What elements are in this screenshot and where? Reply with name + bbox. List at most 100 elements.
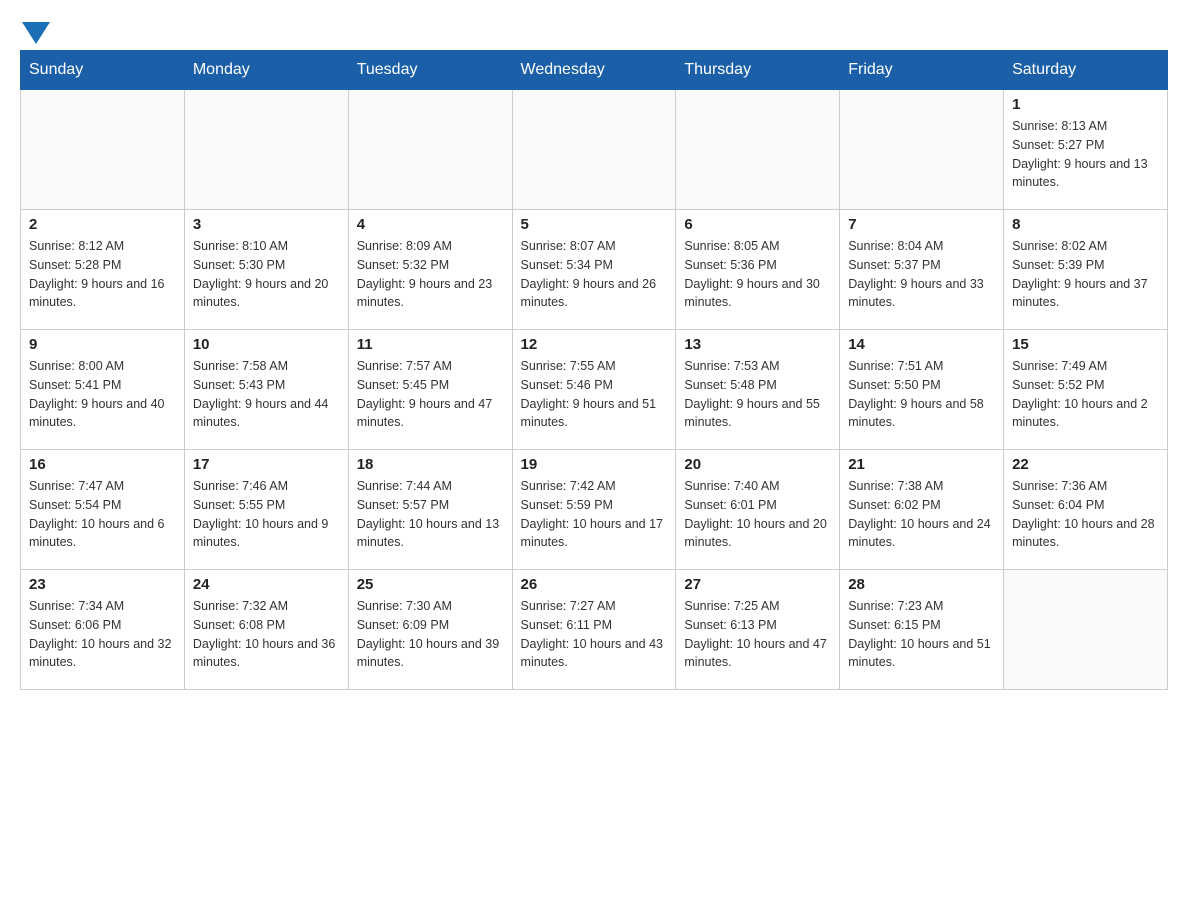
table-row: 17Sunrise: 7:46 AMSunset: 5:55 PMDayligh… (184, 450, 348, 570)
logo (20, 20, 50, 40)
table-row: 14 Sunrise: 7:51 AMSunset: 5:50 PMDayligh… (840, 330, 1004, 450)
table-row: 27 Sunrise: 7:25 AMSunset: 6:13 PMDayligh… (676, 570, 840, 690)
table-row: 25 Sunrise: 7:30 AMSunset: 6:09 PMDayligh… (348, 570, 512, 690)
table-row: 6 Sunrise: 8:05 AMSunset: 5:36 PMDaylight… (676, 210, 840, 330)
day-info: Sunrise: 7:58 AMSunset: 5:43 PMDaylight:… (193, 357, 340, 432)
header-sunday: Sunday (21, 51, 185, 90)
day-info: Sunrise: 7:44 AMSunset: 5:57 PMDaylight:… (357, 477, 504, 552)
day-info: Sunrise: 8:09 AMSunset: 5:32 PMDaylight:… (357, 237, 504, 312)
day-info: Sunrise: 7:38 AMSunset: 6:02 PMDaylight:… (848, 477, 995, 552)
day-number: 14 (848, 336, 995, 353)
table-row: 10Sunrise: 7:58 AMSunset: 5:43 PMDayligh… (184, 330, 348, 450)
day-number: 27 (684, 576, 831, 593)
page-header (20, 20, 1168, 40)
table-row: 2 Sunrise: 8:12 AMSunset: 5:28 PMDaylight… (21, 210, 185, 330)
table-row: 1 Sunrise: 8:13 AMSunset: 5:27 PMDaylight… (1004, 90, 1168, 210)
day-number: 20 (684, 456, 831, 473)
logo-arrow-icon (22, 22, 50, 44)
day-info: Sunrise: 8:05 AMSunset: 5:36 PMDaylight:… (684, 237, 831, 312)
day-number: 24 (193, 576, 340, 593)
table-row (184, 90, 348, 210)
day-number: 17 (193, 456, 340, 473)
day-number: 15 (1012, 336, 1159, 353)
day-info: Sunrise: 8:04 AMSunset: 5:37 PMDaylight:… (848, 237, 995, 312)
table-row: 28 Sunrise: 7:23 AMSunset: 6:15 PMDayligh… (840, 570, 1004, 690)
day-info: Sunrise: 7:51 AMSunset: 5:50 PMDaylight:… (848, 357, 995, 432)
day-number: 21 (848, 456, 995, 473)
day-number: 1 (1012, 96, 1159, 113)
day-info: Sunrise: 8:13 AMSunset: 5:27 PMDaylight:… (1012, 117, 1159, 192)
table-row: 3 Sunrise: 8:10 AMSunset: 5:30 PMDaylight… (184, 210, 348, 330)
day-number: 6 (684, 216, 831, 233)
day-info: Sunrise: 7:30 AMSunset: 6:09 PMDaylight:… (357, 597, 504, 672)
day-info: Sunrise: 7:27 AMSunset: 6:11 PMDaylight:… (521, 597, 668, 672)
table-row: 4 Sunrise: 8:09 AMSunset: 5:32 PMDaylight… (348, 210, 512, 330)
table-row: 15 Sunrise: 7:49 AMSunset: 5:52 PMDayligh… (1004, 330, 1168, 450)
day-number: 28 (848, 576, 995, 593)
day-info: Sunrise: 7:36 AMSunset: 6:04 PMDaylight:… (1012, 477, 1159, 552)
table-row: 18 Sunrise: 7:44 AMSunset: 5:57 PMDayligh… (348, 450, 512, 570)
table-row: 7Sunrise: 8:04 AMSunset: 5:37 PMDaylight… (840, 210, 1004, 330)
table-row: 19 Sunrise: 7:42 AMSunset: 5:59 PMDayligh… (512, 450, 676, 570)
table-row: 24 Sunrise: 7:32 AMSunset: 6:08 PMDayligh… (184, 570, 348, 690)
table-row (840, 90, 1004, 210)
day-info: Sunrise: 7:53 AMSunset: 5:48 PMDaylight:… (684, 357, 831, 432)
table-row: 5Sunrise: 8:07 AMSunset: 5:34 PMDaylight… (512, 210, 676, 330)
day-number: 3 (193, 216, 340, 233)
day-info: Sunrise: 7:25 AMSunset: 6:13 PMDaylight:… (684, 597, 831, 672)
header-tuesday: Tuesday (348, 51, 512, 90)
table-row: 9 Sunrise: 8:00 AMSunset: 5:41 PMDaylight… (21, 330, 185, 450)
calendar-table: Sunday Monday Tuesday Wednesday Thursday… (20, 50, 1168, 690)
day-info: Sunrise: 8:10 AMSunset: 5:30 PMDaylight:… (193, 237, 340, 312)
header-friday: Friday (840, 51, 1004, 90)
table-row: 22 Sunrise: 7:36 AMSunset: 6:04 PMDayligh… (1004, 450, 1168, 570)
day-number: 18 (357, 456, 504, 473)
day-number: 5 (521, 216, 668, 233)
table-row (348, 90, 512, 210)
day-info: Sunrise: 8:12 AMSunset: 5:28 PMDaylight:… (29, 237, 176, 312)
table-row: 11 Sunrise: 7:57 AMSunset: 5:45 PMDayligh… (348, 330, 512, 450)
day-info: Sunrise: 7:47 AMSunset: 5:54 PMDaylight:… (29, 477, 176, 552)
table-row: 21 Sunrise: 7:38 AMSunset: 6:02 PMDayligh… (840, 450, 1004, 570)
day-number: 25 (357, 576, 504, 593)
table-row: 23 Sunrise: 7:34 AMSunset: 6:06 PMDayligh… (21, 570, 185, 690)
day-info: Sunrise: 8:00 AMSunset: 5:41 PMDaylight:… (29, 357, 176, 432)
day-info: Sunrise: 7:23 AMSunset: 6:15 PMDaylight:… (848, 597, 995, 672)
day-number: 4 (357, 216, 504, 233)
table-row: 20 Sunrise: 7:40 AMSunset: 6:01 PMDayligh… (676, 450, 840, 570)
day-number: 19 (521, 456, 668, 473)
day-number: 8 (1012, 216, 1159, 233)
table-row: 12 Sunrise: 7:55 AMSunset: 5:46 PMDayligh… (512, 330, 676, 450)
table-row (512, 90, 676, 210)
table-row (1004, 570, 1168, 690)
calendar-body: 1 Sunrise: 8:13 AMSunset: 5:27 PMDaylight… (21, 90, 1168, 690)
day-info: Sunrise: 7:55 AMSunset: 5:46 PMDaylight:… (521, 357, 668, 432)
day-number: 16 (29, 456, 176, 473)
table-row (21, 90, 185, 210)
header-saturday: Saturday (1004, 51, 1168, 90)
header-thursday: Thursday (676, 51, 840, 90)
table-row (676, 90, 840, 210)
day-number: 12 (521, 336, 668, 353)
day-number: 11 (357, 336, 504, 353)
day-info: Sunrise: 7:57 AMSunset: 5:45 PMDaylight:… (357, 357, 504, 432)
day-number: 26 (521, 576, 668, 593)
table-row: 26 Sunrise: 7:27 AMSunset: 6:11 PMDayligh… (512, 570, 676, 690)
header-wednesday: Wednesday (512, 51, 676, 90)
day-info: Sunrise: 7:32 AMSunset: 6:08 PMDaylight:… (193, 597, 340, 672)
day-number: 2 (29, 216, 176, 233)
day-info: Sunrise: 7:40 AMSunset: 6:01 PMDaylight:… (684, 477, 831, 552)
day-info: Sunrise: 8:02 AMSunset: 5:39 PMDaylight:… (1012, 237, 1159, 312)
day-number: 23 (29, 576, 176, 593)
calendar-header: Sunday Monday Tuesday Wednesday Thursday… (21, 51, 1168, 90)
day-info: Sunrise: 7:49 AMSunset: 5:52 PMDaylight:… (1012, 357, 1159, 432)
table-row: 8 Sunrise: 8:02 AMSunset: 5:39 PMDaylight… (1004, 210, 1168, 330)
day-number: 13 (684, 336, 831, 353)
day-info: Sunrise: 7:34 AMSunset: 6:06 PMDaylight:… (29, 597, 176, 672)
header-monday: Monday (184, 51, 348, 90)
day-info: Sunrise: 7:42 AMSunset: 5:59 PMDaylight:… (521, 477, 668, 552)
table-row: 13 Sunrise: 7:53 AMSunset: 5:48 PMDayligh… (676, 330, 840, 450)
table-row: 16 Sunrise: 7:47 AMSunset: 5:54 PMDayligh… (21, 450, 185, 570)
day-number: 22 (1012, 456, 1159, 473)
day-number: 9 (29, 336, 176, 353)
